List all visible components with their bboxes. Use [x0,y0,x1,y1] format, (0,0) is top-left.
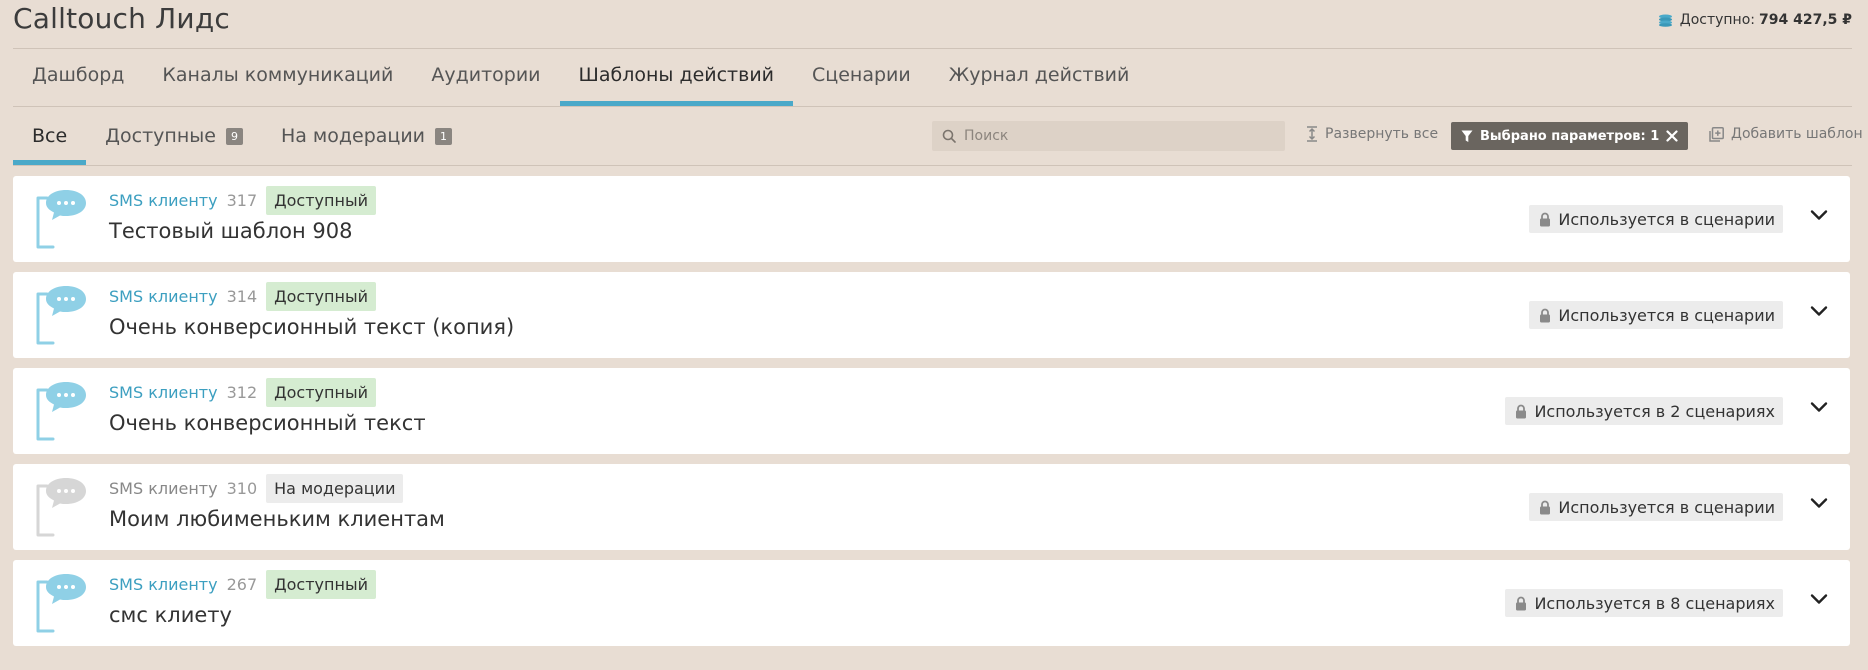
subtab-all[interactable]: Все [13,107,87,165]
balance: Доступно: 794 427,5 ₽ [1658,12,1852,28]
close-icon[interactable] [1666,130,1678,142]
header: Calltouch Лидс Доступно: 794 427,5 ₽ [13,0,1852,49]
usage-badge: Используется в 2 сценариях [1505,397,1783,425]
sms-phone-bubble-icon [34,382,88,446]
template-title: Очень конверсионный текст (копия) [109,315,515,339]
channel-link[interactable]: SMS клиенту [109,575,218,594]
tab-channels[interactable]: Каналы коммуникаций [143,49,412,106]
lock-icon [1515,404,1527,419]
search-input[interactable] [962,127,1266,145]
usage-badge: Используется в сценарии [1529,205,1783,233]
sms-phone-bubble-icon [34,478,88,542]
status-badge: Доступный [266,282,376,311]
lock-icon [1515,596,1527,611]
template-row[interactable]: SMS клиенту 312 Доступный Очень конверси… [13,368,1850,454]
tab-audiences[interactable]: Аудитории [412,49,559,106]
subtab-label: Доступные [105,125,216,147]
template-id: 267 [226,575,258,594]
sms-phone-bubble-icon [34,190,88,254]
subtab-label: Все [32,125,68,147]
tab-scenarios[interactable]: Сценарии [793,49,930,106]
template-title: Очень конверсионный текст [109,411,426,435]
lock-icon [1539,308,1551,323]
usage-badge: Используется в 8 сценариях [1505,589,1783,617]
channel-link[interactable]: SMS клиенту [109,191,218,210]
channel-link[interactable]: SMS клиенту [109,479,218,498]
usage-label: Используется в 2 сценариях [1534,401,1775,421]
filter-chip[interactable]: Выбрано параметров: 1 [1451,122,1688,150]
count-badge: 9 [225,127,243,145]
template-row[interactable]: SMS клиенту 267 Доступный смс клиету Исп… [13,560,1850,646]
usage-badge: Используется в сценарии [1529,493,1783,521]
template-id: 312 [226,383,258,402]
balance-label: Доступно: [1679,12,1755,28]
template-id: 314 [226,287,258,306]
status-badge: Доступный [266,186,376,215]
usage-label: Используется в сценарии [1558,497,1775,517]
chevron-down-icon[interactable] [1810,497,1828,509]
filter-chip-label: Выбрано параметров: 1 [1480,128,1660,144]
status-badge: На модерации [266,474,404,503]
template-title: Тестовый шаблон 908 [109,219,353,243]
lock-icon [1539,212,1551,227]
main-nav: Дашборд Каналы коммуникаций Аудитории Ша… [13,49,1852,107]
template-list: SMS клиенту 317 Доступный Тестовый шабло… [13,176,1850,656]
template-meta: SMS клиенту 312 Доступный [109,378,376,407]
count-badge: 1 [435,127,453,145]
search-icon [942,129,956,143]
balance-value: 794 427,5 ₽ [1759,12,1852,28]
expand-all-button[interactable]: Развернуть все [1306,126,1438,142]
template-meta: SMS клиенту 267 Доступный [109,570,376,599]
usage-label: Используется в сценарии [1558,209,1775,229]
coins-icon [1658,14,1673,27]
chevron-down-icon[interactable] [1810,209,1828,221]
usage-label: Используется в сценарии [1558,305,1775,325]
add-square-icon [1709,126,1724,142]
tab-action-log[interactable]: Журнал действий [930,49,1149,106]
template-id: 317 [226,191,258,210]
subtab-available[interactable]: Доступные 9 [86,107,262,165]
expand-all-label: Развернуть все [1325,126,1439,142]
template-row[interactable]: SMS клиенту 314 Доступный Очень конверси… [13,272,1850,358]
status-badge: Доступный [266,378,376,407]
add-template-label: Добавить шаблон [1731,126,1863,142]
chevron-down-icon[interactable] [1810,305,1828,317]
subtab-label: На модерации [280,125,426,147]
template-meta: SMS клиенту 317 Доступный [109,186,376,215]
tab-dashboard[interactable]: Дашборд [13,49,143,106]
sub-toolbar: Все Доступные 9 На модерации 1 Поиск Раз… [13,107,1863,166]
template-id: 310 [226,479,258,498]
usage-label: Используется в 8 сценариях [1534,593,1775,613]
template-meta: SMS клиенту 310 На модерации [109,474,404,503]
app-title: Calltouch Лидс [13,2,230,35]
filter-icon [1461,130,1473,143]
channel-link[interactable]: SMS клиенту [109,287,218,306]
status-badge: Доступный [266,570,376,599]
sms-phone-bubble-icon [34,286,88,350]
tab-action-templates[interactable]: Шаблоны действий [559,49,794,106]
chevron-down-icon[interactable] [1810,593,1828,605]
filter-tabs: Все Доступные 9 На модерации 1 [13,107,471,165]
search-box [932,121,1285,151]
subtab-moderation[interactable]: На модерации 1 [262,107,471,165]
lock-icon [1539,500,1551,515]
usage-badge: Используется в сценарии [1529,301,1783,329]
template-meta: SMS клиенту 314 Доступный [109,282,376,311]
template-row[interactable]: SMS клиенту 317 Доступный Тестовый шабло… [13,176,1850,262]
expand-vertical-icon [1306,126,1318,142]
add-template-button[interactable]: Добавить шаблон [1709,126,1863,142]
sms-phone-bubble-icon [34,574,88,638]
channel-link[interactable]: SMS клиенту [109,383,218,402]
template-title: смс клиету [109,603,232,627]
chevron-down-icon[interactable] [1810,401,1828,413]
template-title: Моим любименьким клиентам [109,507,445,531]
template-row[interactable]: SMS клиенту 310 На модерации Моим любиме… [13,464,1850,550]
